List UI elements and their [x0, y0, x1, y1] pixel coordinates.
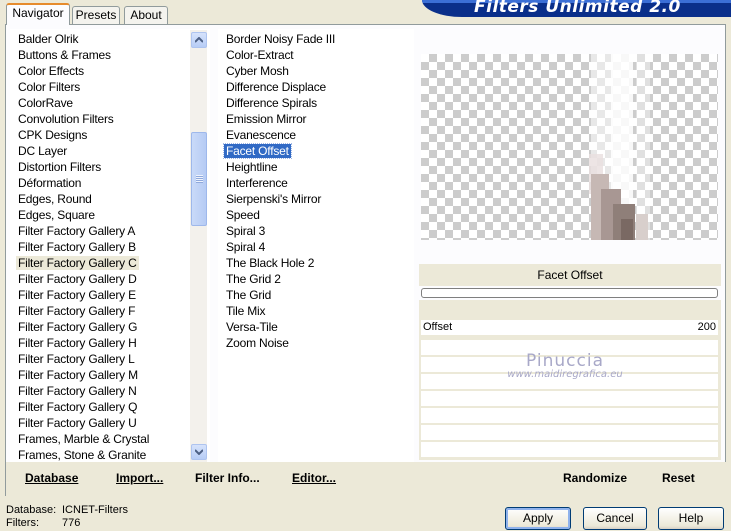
filter-item[interactable]: Zoom Noise: [224, 336, 291, 350]
filters-count-value: 776: [62, 517, 81, 529]
watermark-name: Pinuccia: [526, 351, 604, 371]
empty-slider-row: [421, 391, 718, 406]
database-status-value: ICNET-Filters: [62, 504, 128, 516]
filter-item[interactable]: Heightline: [224, 160, 279, 174]
category-item[interactable]: Filter Factory Gallery B: [16, 240, 138, 254]
status-info: Database: ICNET-Filters Filters: 776: [6, 504, 128, 530]
category-item[interactable]: Filter Factory Gallery H: [16, 336, 139, 350]
scroll-thumb[interactable]: [191, 132, 207, 226]
app-title: Filters Unlimited 2.0: [474, 0, 681, 17]
app-banner: Filters Unlimited 2.0: [422, 0, 731, 17]
chevron-down-icon: [195, 449, 203, 455]
filter-item[interactable]: Speed: [224, 208, 262, 222]
filter-item[interactable]: The Black Hole 2: [224, 256, 316, 270]
filter-item[interactable]: Spiral 3: [224, 224, 267, 238]
import-button[interactable]: Import...: [116, 471, 163, 485]
category-item[interactable]: Frames, Stone & Granite: [16, 448, 148, 462]
category-item[interactable]: Filter Factory Gallery A: [16, 224, 137, 238]
filter-item[interactable]: Evanescence: [224, 128, 298, 142]
offset-slider[interactable]: Offset 200: [421, 320, 718, 335]
category-item[interactable]: Balder Olrik: [16, 32, 80, 46]
category-item[interactable]: Filter Factory Gallery D: [16, 272, 139, 286]
apply-button[interactable]: Apply: [505, 507, 571, 530]
current-filter-name: Facet Offset: [419, 264, 721, 286]
chevron-up-icon: [195, 37, 203, 43]
filter-list[interactable]: Border Noisy Fade III Color-Extract Cyber …: [218, 29, 414, 462]
progress-bar: [421, 288, 718, 298]
category-item[interactable]: ColorRave: [16, 96, 75, 110]
empty-slider-row: [421, 425, 718, 440]
tab-navigator[interactable]: Navigator: [6, 3, 70, 25]
reset-button[interactable]: Reset: [662, 471, 695, 485]
editor-button[interactable]: Editor...: [292, 471, 336, 485]
filter-item[interactable]: Versa-Tile: [224, 320, 280, 334]
editor-label: Editor...: [292, 471, 337, 485]
grip-icon: [196, 175, 203, 183]
help-button[interactable]: Help: [658, 507, 724, 530]
watermark: Pinuccia www.maidiregrafica.eu: [470, 351, 660, 380]
category-item[interactable]: Filter Factory Gallery E: [16, 288, 138, 302]
filter-item[interactable]: Color-Extract: [224, 48, 295, 62]
preview-rendering: [589, 54, 650, 240]
category-item[interactable]: Filter Factory Gallery U: [16, 416, 139, 430]
category-item[interactable]: Color Filters: [16, 80, 82, 94]
watermark-url: www.maidiregrafica.eu: [507, 369, 623, 380]
filter-item[interactable]: Spiral 4: [224, 240, 267, 254]
filter-item[interactable]: Border Noisy Fade III: [224, 32, 337, 46]
slider-value: 200: [697, 321, 716, 333]
filter-item[interactable]: Difference Displace: [224, 80, 328, 94]
filter-item[interactable]: Facet Offset: [223, 143, 292, 159]
randomize-button[interactable]: Randomize: [563, 471, 627, 485]
filter-item[interactable]: Cyber Mosh: [224, 64, 291, 78]
filter-item[interactable]: Sierpenski's Mirror: [224, 192, 323, 206]
category-item[interactable]: Convolution Filters: [16, 112, 116, 126]
category-item[interactable]: Filter Factory Gallery M: [16, 368, 140, 382]
category-item[interactable]: CPK Designs: [16, 128, 89, 142]
filters-count-label: Filters:: [6, 517, 39, 529]
parameter-area: Offset 200: [419, 300, 721, 460]
filter-info-button[interactable]: Filter Info...: [195, 471, 260, 485]
category-item[interactable]: Filter Factory Gallery N: [16, 384, 139, 398]
category-item[interactable]: Filter Factory Gallery G: [16, 320, 139, 334]
database-button[interactable]: Database: [25, 471, 78, 485]
cancel-button[interactable]: Cancel: [583, 507, 647, 530]
category-item[interactable]: Filter Factory Gallery F: [16, 304, 137, 318]
preview-image: [421, 54, 718, 240]
slider-label: Offset: [423, 321, 453, 333]
filter-item[interactable]: The Grid 2: [224, 272, 283, 286]
filter-item[interactable]: The Grid: [224, 288, 273, 302]
category-item[interactable]: Déformation: [16, 176, 83, 190]
filter-item[interactable]: Difference Spirals: [224, 96, 319, 110]
database-label: Database: [25, 471, 79, 485]
bottom-toolbar: Database Import... Filter Info... Editor…: [6, 462, 726, 496]
empty-slider-row: [421, 408, 718, 423]
category-item[interactable]: Distortion Filters: [16, 160, 103, 174]
category-item[interactable]: Filter Factory Gallery L: [16, 352, 137, 366]
tab-about[interactable]: About: [124, 6, 168, 24]
category-item[interactable]: Edges, Square: [16, 208, 97, 222]
category-item[interactable]: Buttons & Frames: [16, 48, 113, 62]
filter-item[interactable]: Interference: [224, 176, 290, 190]
scroll-down-button[interactable]: [191, 444, 207, 460]
category-scrollbar[interactable]: [190, 30, 207, 462]
database-status-label: Database:: [6, 504, 57, 516]
category-item[interactable]: Filter Factory Gallery C: [16, 256, 139, 270]
category-item[interactable]: DC Layer: [16, 144, 69, 158]
filter-item[interactable]: Tile Mix: [224, 304, 267, 318]
scroll-up-button[interactable]: [191, 32, 207, 48]
filter-item[interactable]: Emission Mirror: [224, 112, 308, 126]
empty-slider-row: [421, 442, 718, 457]
category-item[interactable]: Edges, Round: [16, 192, 94, 206]
category-item[interactable]: Frames, Marble & Crystal: [16, 432, 151, 446]
tab-presets[interactable]: Presets: [72, 6, 120, 24]
category-item[interactable]: Filter Factory Gallery Q: [16, 400, 139, 414]
category-list[interactable]: Balder Olrik Buttons & Frames Color Effect…: [10, 29, 210, 462]
import-label: Import...: [116, 471, 164, 485]
category-item[interactable]: Color Effects: [16, 64, 86, 78]
